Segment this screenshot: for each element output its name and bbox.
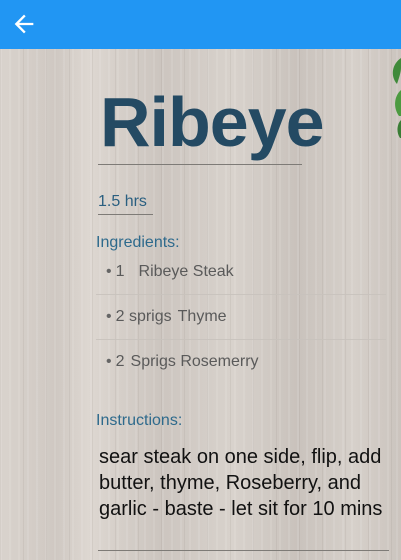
bullet-icon: •	[106, 263, 112, 280]
ingredient-item: • 2 Sprigs Rosemerry	[96, 340, 386, 385]
instructions-divider	[98, 550, 389, 551]
ingredient-name: Thyme	[177, 308, 227, 325]
cook-time: 1.5 hrs	[98, 193, 147, 210]
ingredient-name: Sprigs Rosemerry	[130, 353, 259, 370]
back-arrow-icon[interactable]	[10, 10, 38, 38]
leaf-decoration-icon	[392, 58, 401, 138]
title-divider	[98, 164, 302, 165]
ingredient-quantity: 1	[115, 263, 125, 280]
ingredient-name: Ribeye Steak	[138, 263, 234, 280]
ingredient-quantity: 2	[115, 353, 125, 370]
ingredient-item: • 2 sprigs Thyme	[96, 295, 386, 340]
bullet-icon: •	[106, 353, 112, 370]
ingredient-quantity: 2 sprigs	[115, 308, 172, 325]
instructions-text: sear steak on one side, flip, add butter…	[99, 446, 383, 520]
time-divider	[98, 214, 153, 215]
bullet-icon: •	[106, 308, 112, 325]
recipe-title: Ribeye	[100, 83, 325, 161]
instructions-label: Instructions:	[96, 412, 183, 429]
app-bar	[0, 0, 401, 49]
ingredients-list: • 1 Ribeye Steak • 2 sprigs Thyme • 2 Sprigs R…	[96, 250, 386, 385]
ingredient-item: • 1 Ribeye Steak	[96, 250, 386, 295]
